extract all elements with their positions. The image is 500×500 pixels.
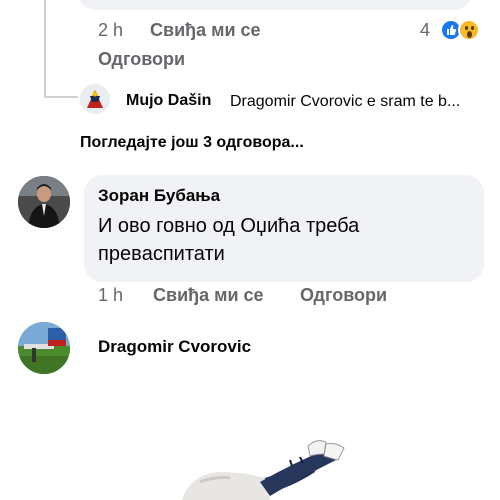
comment-time[interactable]: 1 h [98, 285, 123, 306]
comment-reply-button[interactable]: Одговори [300, 285, 387, 306]
avatar[interactable] [80, 84, 110, 114]
previous-comment-bubble [78, 0, 472, 10]
previous-comment-time[interactable]: 2 h [98, 20, 123, 41]
previous-comment-like-button[interactable]: Свиђа ми се [150, 20, 261, 41]
nested-reply-author[interactable]: Mujo Dašin [126, 92, 211, 110]
avatar[interactable] [18, 176, 70, 228]
comment-like-button[interactable]: Свиђа ми се [153, 285, 264, 306]
wow-icon[interactable] [458, 19, 480, 41]
nested-reply-text[interactable]: Dragomir Cvorovic e sram te b... [230, 93, 460, 111]
view-more-replies-link[interactable]: Погледајте још 3 одговора... [80, 134, 304, 152]
thread-line-curve [44, 96, 78, 98]
next-comment-author[interactable]: Dragomir Cvorovic [98, 337, 251, 357]
thread-line-vertical [44, 0, 46, 96]
comment-author[interactable]: Зоран Бубања [98, 186, 220, 206]
avatar[interactable] [18, 322, 70, 374]
previous-comment-reply-button[interactable]: Одговори [98, 49, 185, 70]
reaction-count[interactable]: 4 [420, 20, 430, 41]
comment-image[interactable] [120, 420, 350, 500]
comment-text: И ово говно од Оџића треба превaспитати [98, 215, 360, 265]
